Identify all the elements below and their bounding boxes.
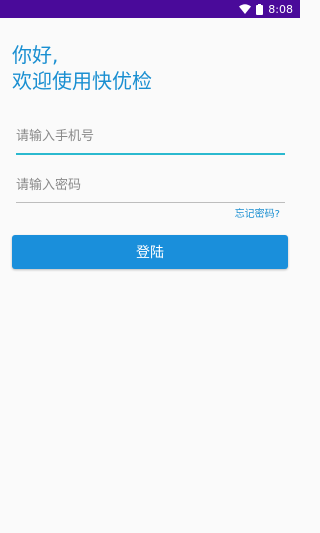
status-icons: 8:08 — [239, 0, 293, 18]
battery-icon — [256, 3, 264, 15]
status-bar: 8:08 — [0, 0, 300, 18]
password-input[interactable] — [16, 175, 285, 196]
phone-underline — [16, 152, 285, 155]
login-button[interactable]: 登陆 — [12, 235, 288, 269]
wifi-icon — [239, 4, 252, 14]
status-time: 8:08 — [268, 2, 293, 16]
phone-input[interactable] — [16, 126, 285, 147]
greeting-title: 你好, 欢迎使用快优检 — [12, 42, 152, 94]
password-underline — [16, 201, 285, 203]
phone-field — [16, 125, 285, 155]
login-screen: 8:08 你好, 欢迎使用快优检 忘记密码? 登陆 — [0, 0, 300, 533]
password-field — [16, 174, 285, 203]
greeting-line-2: 欢迎使用快优检 — [12, 69, 152, 93]
greeting-line-1: 你好, — [12, 43, 59, 67]
forgot-password-link[interactable]: 忘记密码? — [235, 205, 280, 220]
